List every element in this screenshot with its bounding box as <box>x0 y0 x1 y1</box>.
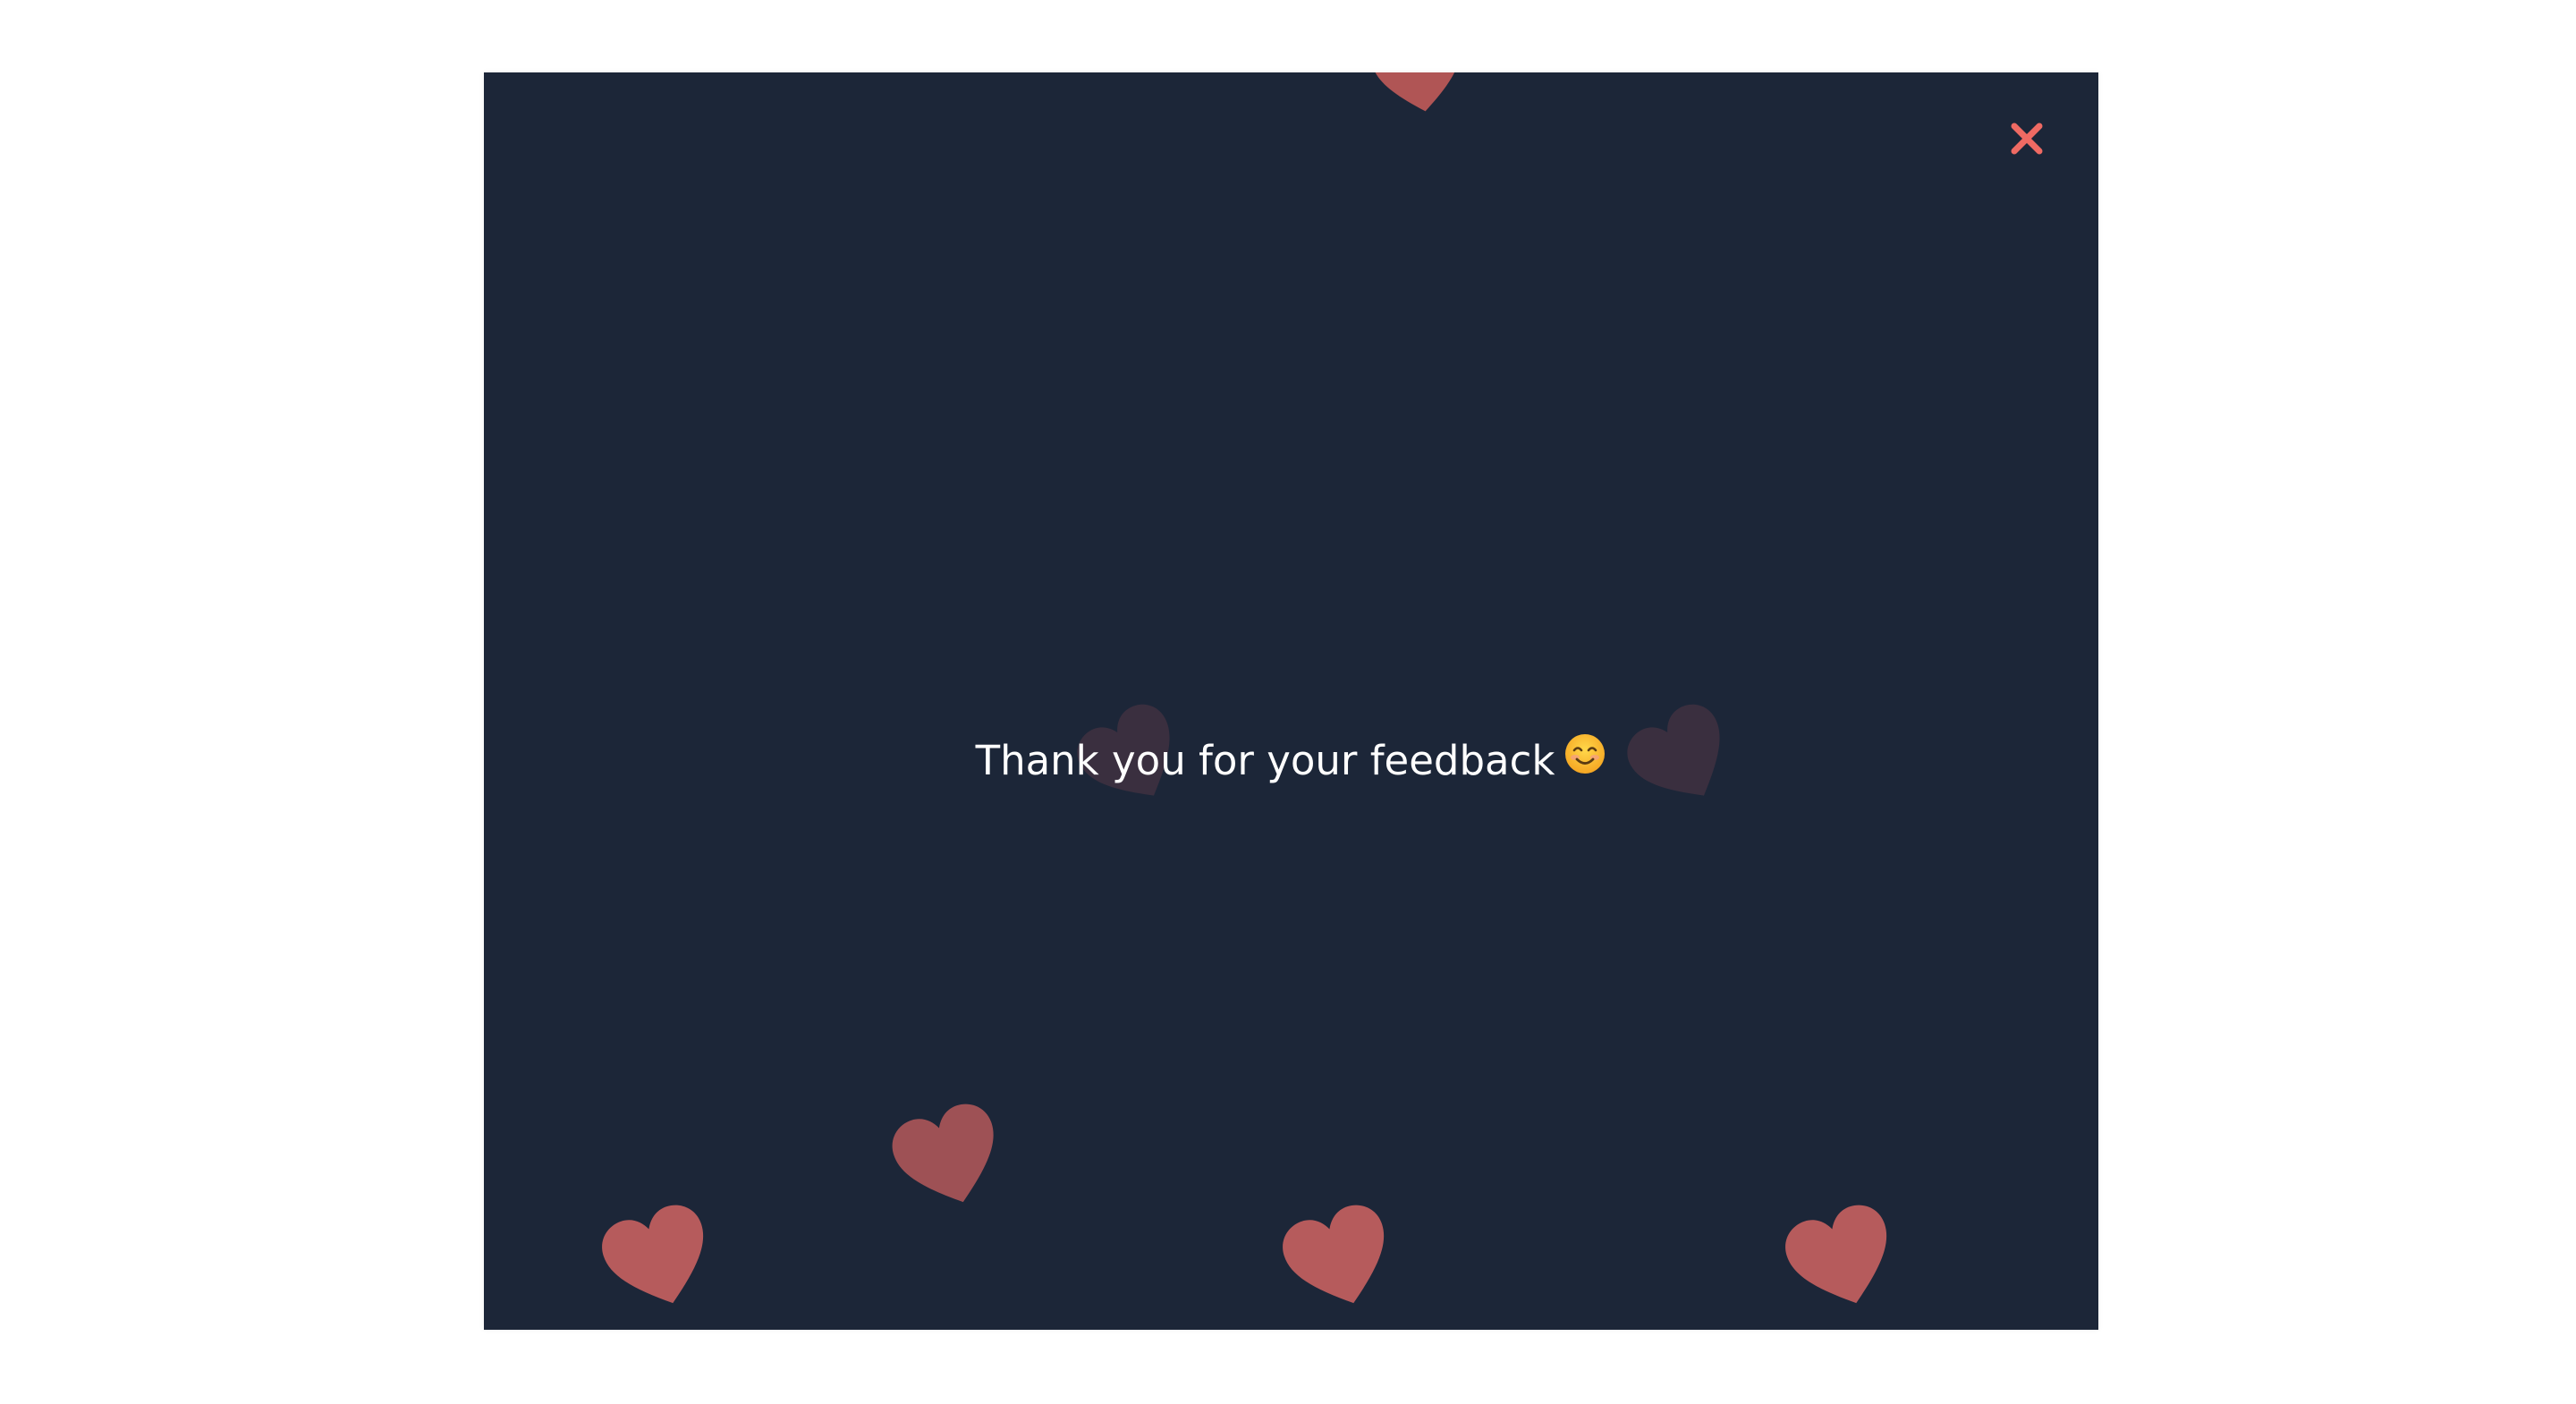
heart-icon <box>586 1192 733 1327</box>
thank-you-message: Thank you for your feedback <box>484 732 2098 789</box>
message-text: Thank you for your feedback <box>975 737 1555 784</box>
close-button[interactable] <box>2000 112 2054 165</box>
heart-icon <box>1362 72 1475 125</box>
heart-icon <box>877 1092 1020 1226</box>
heart-icon <box>1267 1192 1413 1327</box>
feedback-thank-you-modal: Thank you for your feedback <box>484 72 2098 1330</box>
smiling-face-emoji-icon <box>1563 732 1606 789</box>
heart-icon <box>1769 1192 1916 1327</box>
close-icon <box>2011 123 2043 155</box>
